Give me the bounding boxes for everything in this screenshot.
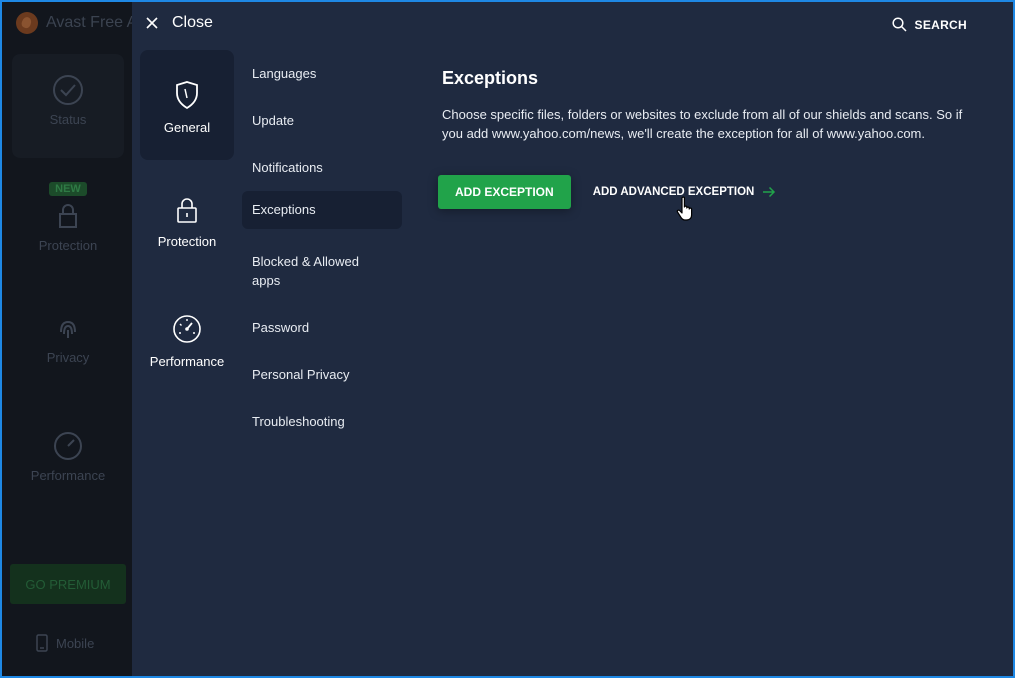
background-nav-protection: NEW Protection (38, 182, 98, 253)
submenu-password[interactable]: Password (242, 312, 402, 343)
close-label: Close (172, 14, 213, 31)
page-title: Exceptions (442, 68, 539, 88)
category-general[interactable]: General (140, 50, 234, 160)
background-nav-performance: Performance (12, 410, 124, 514)
submenu-exceptions[interactable]: Exceptions (242, 191, 402, 229)
submenu-notifications[interactable]: Notifications (242, 152, 402, 183)
exceptions-description: Choose specific files, folders or websit… (442, 107, 963, 141)
close-button[interactable]: Close (146, 14, 213, 32)
gauge-icon (54, 432, 82, 460)
background-app-title-text: Avast Free A (46, 14, 138, 31)
close-icon (146, 17, 158, 29)
category-general-label: General (163, 120, 211, 135)
avast-logo-icon (16, 12, 38, 34)
submenu-personal-privacy[interactable]: Personal Privacy (242, 359, 402, 390)
shield-icon (176, 81, 198, 110)
check-circle-icon (53, 75, 83, 105)
add-advanced-exception-label: ADD ADVANCED EXCEPTION (592, 186, 755, 198)
hand-pointer-cursor-icon (676, 196, 693, 221)
submenu-blocked-allowed-apps[interactable]: Blocked & Allowed apps (242, 246, 392, 296)
app-window: Avast Free A Status NEW Protection Priva… (0, 0, 1015, 678)
add-exception-button[interactable]: ADD EXCEPTION (438, 175, 571, 209)
lock-icon (59, 204, 77, 228)
submenu-troubleshooting[interactable]: Troubleshooting (242, 406, 402, 437)
background-app-title: Avast Free A (16, 12, 137, 34)
new-badge: NEW (49, 182, 87, 196)
fingerprint-icon (60, 320, 76, 338)
exceptions-section: Exceptions Choose specific files, folder… (442, 68, 982, 143)
category-performance[interactable]: Performance (140, 286, 234, 396)
category-performance-label: Performance (149, 354, 225, 369)
background-sidebar: Avast Free A Status NEW Protection Priva… (2, 2, 137, 676)
category-protection[interactable]: Protection (140, 168, 234, 278)
search-button[interactable]: SEARCH (891, 17, 967, 32)
go-premium-button: GO PREMIUM (10, 564, 126, 604)
exceptions-actions: ADD EXCEPTION ADD ADVANCED EXCEPTION (438, 175, 776, 209)
search-label: SEARCH (914, 17, 967, 32)
background-nav-mobile: Mobile (36, 634, 94, 652)
category-protection-label: Protection (157, 234, 217, 249)
gauge-icon (173, 315, 201, 343)
mobile-icon (36, 634, 48, 652)
lock-icon (177, 198, 197, 223)
background-nav-privacy: Privacy (12, 292, 124, 396)
submenu-languages[interactable]: Languages (242, 58, 402, 89)
settings-panel: Close SEARCH General Protection Performa… (132, 2, 1013, 676)
background-nav-status: Status (12, 54, 124, 158)
search-icon (891, 17, 907, 32)
submenu-update[interactable]: Update (242, 105, 402, 136)
arrow-right-icon (763, 186, 776, 198)
